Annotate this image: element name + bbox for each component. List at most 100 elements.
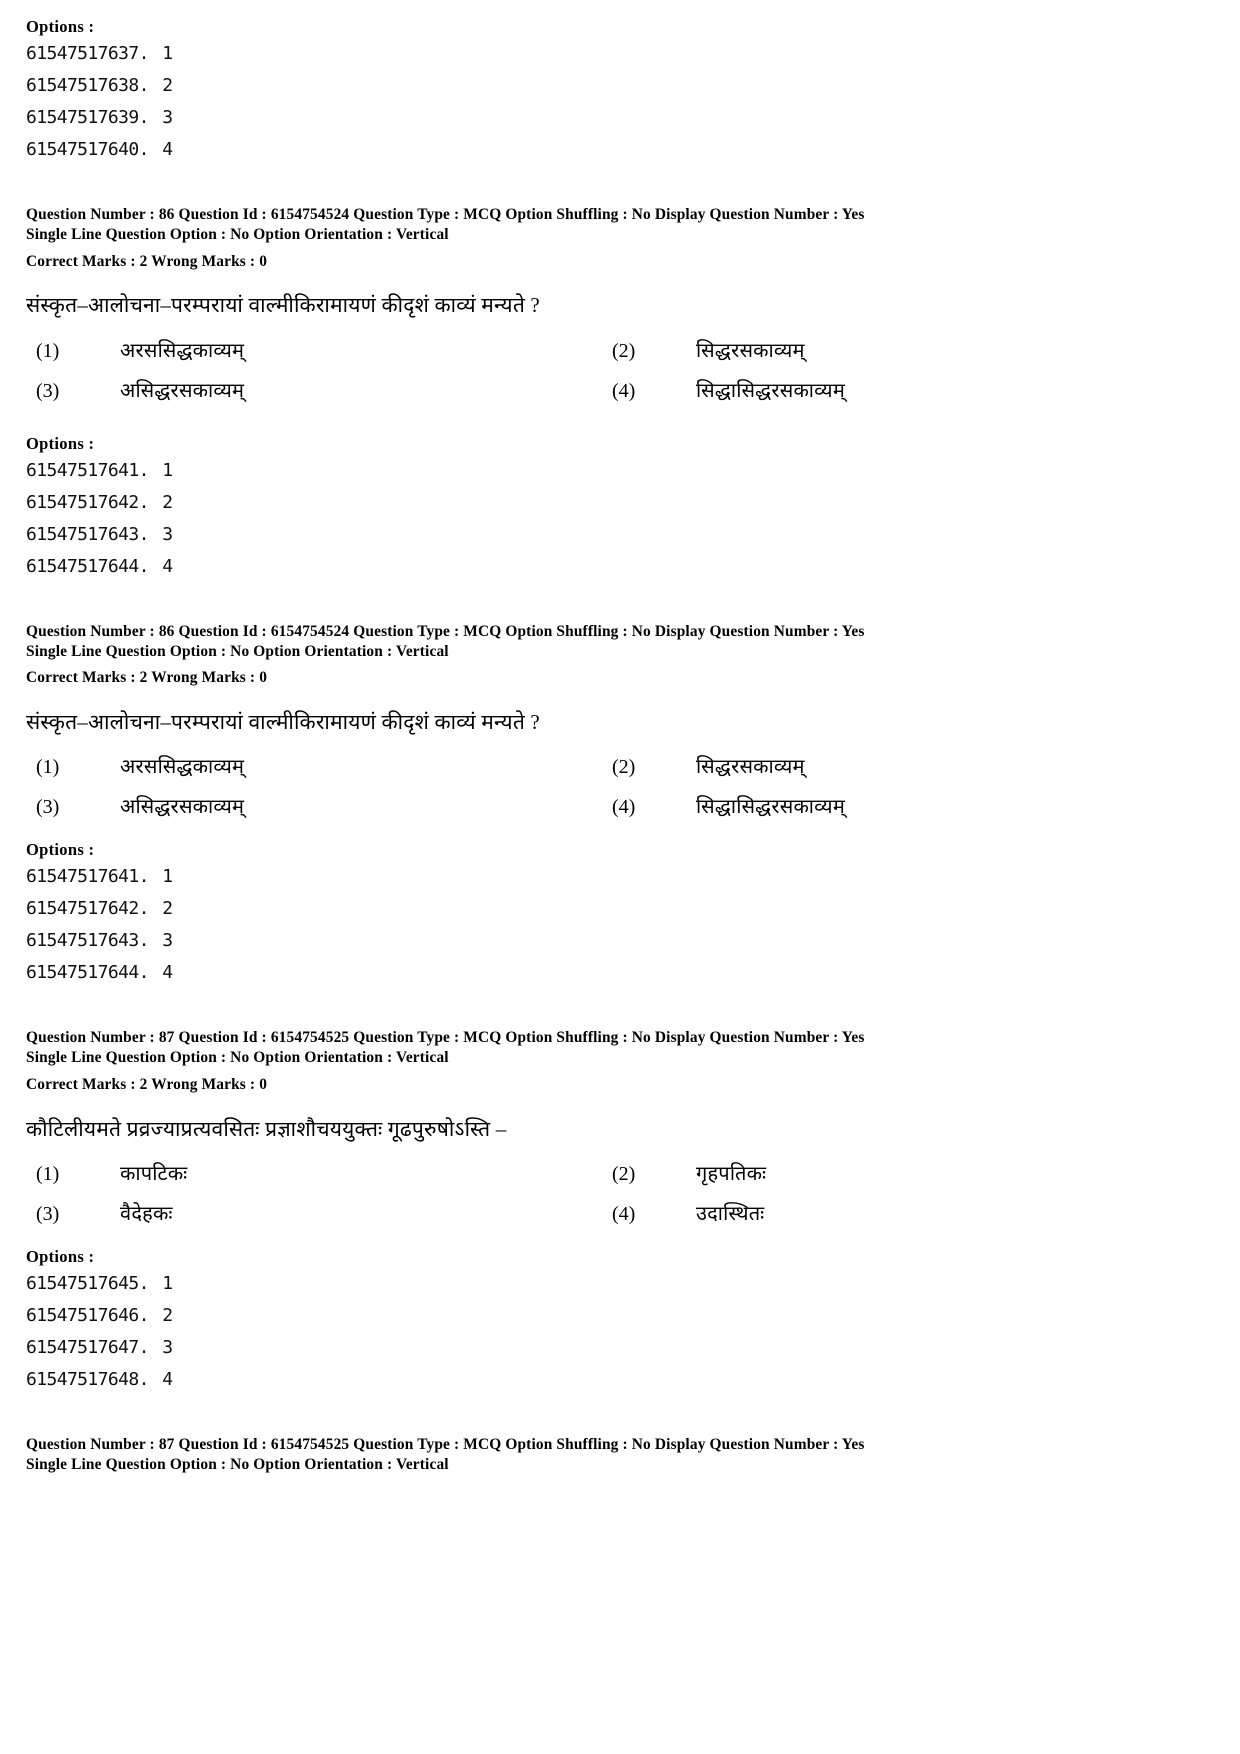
question-text: कौटिलीयमते प्रव्रज्याप्रत्यवसितः प्रज्ञा… <box>26 1116 507 1141</box>
question-metadata: Question Number : 86 Question Id : 61547… <box>26 205 1214 244</box>
option-index: 2 <box>162 898 173 920</box>
choice-option-2[interactable]: (2) गृहपतिकः <box>586 1161 1146 1188</box>
option-index: 3 <box>162 1337 173 1359</box>
option-id-row: 61547517646. 2 <box>26 1305 173 1327</box>
option-id-row: 61547517643. 3 <box>26 523 173 545</box>
option-index: 3 <box>162 107 173 129</box>
marks-line: Correct Marks : 2 Wrong Marks : 0 <box>26 1075 268 1093</box>
choice-marker: (2) <box>612 339 636 362</box>
choice-option-4[interactable]: (4) सिद्धासिद्धरसकाव्यम् <box>586 378 1146 405</box>
option-id-value: 61547517645 <box>26 1273 139 1295</box>
option-id-row: 61547517644. 4 <box>26 555 173 577</box>
option-id-row: 61547517644. 4 <box>26 962 173 984</box>
metadata-line-2: Single Line Question Option : No Option … <box>26 1455 449 1473</box>
option-index: 4 <box>162 962 173 984</box>
option-id-row: 61547517639. 3 <box>26 107 173 129</box>
option-id-row: 61547517640. 4 <box>26 139 173 161</box>
question-metadata: Question Number : 87 Question Id : 61547… <box>26 1028 1214 1067</box>
choice-text: सिद्धासिद्धरसकाव्यम् <box>696 379 845 402</box>
metadata-line-2: Single Line Question Option : No Option … <box>26 1049 449 1067</box>
choice-marker: (1) <box>36 756 60 779</box>
choice-text: सिद्धासिद्धरसकाव्यम् <box>696 796 845 819</box>
option-id-value: 61547517644 <box>26 962 139 984</box>
option-index: 4 <box>162 1369 173 1391</box>
question-metadata: Question Number : 86 Question Id : 61547… <box>26 622 1214 661</box>
option-id-row: 61547517642. 2 <box>26 898 173 920</box>
option-index: 1 <box>162 459 173 481</box>
choice-marker: (3) <box>36 796 60 819</box>
option-id-value: 61547517640 <box>26 139 139 161</box>
choice-option-2[interactable]: (2) सिद्धरसकाव्यम् <box>586 338 1146 365</box>
option-id-list: 61547517641. 1 61547517642. 2 6154751764… <box>26 868 1214 982</box>
choice-marker: (3) <box>36 379 60 402</box>
option-id-value: 61547517643 <box>26 930 139 952</box>
options-heading: Options : <box>26 433 95 453</box>
option-id-row: 61547517648. 4 <box>26 1369 173 1391</box>
marks-line: Correct Marks : 2 Wrong Marks : 0 <box>26 669 268 687</box>
option-id-row: 61547517641. 1 <box>26 459 173 481</box>
option-id-value: 61547517644 <box>26 555 139 577</box>
option-index: 2 <box>162 491 173 513</box>
option-id-row: 61547517641. 1 <box>26 866 173 888</box>
option-id-list: 61547517641. 1 61547517642. 2 6154751764… <box>26 459 1214 577</box>
choice-text: उदास्थितः <box>696 1202 765 1225</box>
choice-text: सिद्धरसकाव्यम् <box>696 756 805 779</box>
choice-option-1[interactable]: (1) अरससिद्धकाव्यम् <box>26 338 586 365</box>
option-id-list: 61547517645. 1 61547517646. 2 6154751764… <box>26 1275 1214 1389</box>
choice-option-1[interactable]: (1) कापटिकः <box>26 1161 586 1188</box>
option-index: 2 <box>162 1305 173 1327</box>
option-id-value: 61547517638 <box>26 75 139 97</box>
metadata-line-2: Single Line Question Option : No Option … <box>26 225 449 243</box>
option-id-value: 61547517642 <box>26 491 139 513</box>
choice-grid: (1) अरससिद्धकाव्यम् (2) सिद्धरसकाव्यम् (… <box>26 338 1214 405</box>
option-index: 1 <box>162 866 173 888</box>
question-block-86-second: Question Number : 86 Question Id : 61547… <box>26 622 1214 983</box>
question-metadata: Question Number : 87 Question Id : 61547… <box>26 1435 1214 1474</box>
choice-option-3[interactable]: (3) असिद्धरसकाव्यम् <box>26 794 586 821</box>
option-id-value: 61547517647 <box>26 1337 139 1359</box>
choice-option-4[interactable]: (4) उदास्थितः <box>586 1201 1146 1228</box>
option-index: 3 <box>162 523 173 545</box>
choice-option-4[interactable]: (4) सिद्धासिद्धरसकाव्यम् <box>586 794 1146 821</box>
question-block-87-repeat-metadata: Question Number : 87 Question Id : 61547… <box>26 1435 1214 1474</box>
option-index: 4 <box>162 555 173 577</box>
option-id-value: 61547517639 <box>26 107 139 129</box>
choice-row: (3) वैदेहकः (4) उदास्थितः <box>26 1201 1214 1228</box>
option-id-list: 61547517637. 1 61547517638. 2 6154751763… <box>26 45 1214 159</box>
choice-text: अरससिद्धकाव्यम् <box>120 339 245 362</box>
option-id-value: 61547517646 <box>26 1305 139 1327</box>
choice-text: असिद्धरसकाव्यम् <box>120 379 245 402</box>
choice-option-3[interactable]: (3) वैदेहकः <box>26 1201 586 1228</box>
question-text: संस्कृत–आलोचना–परम्परायां वाल्मीकिरामायण… <box>26 293 540 318</box>
choice-text: वैदेहकः <box>120 1202 173 1225</box>
choice-row: (1) कापटिकः (2) गृहपतिकः <box>26 1161 1214 1188</box>
metadata-line-1: Question Number : 87 Question Id : 61547… <box>26 1029 865 1047</box>
option-index: 2 <box>162 75 173 97</box>
choice-marker: (4) <box>612 796 636 819</box>
choice-option-3[interactable]: (3) असिद्धरसकाव्यम् <box>26 378 586 405</box>
choice-row: (1) अरससिद्धकाव्यम् (2) सिद्धरसकाव्यम् <box>26 338 1214 365</box>
options-heading: Options : <box>26 1246 95 1266</box>
option-id-row: 61547517642. 2 <box>26 491 173 513</box>
option-id-row: 61547517643. 3 <box>26 930 173 952</box>
choice-marker: (2) <box>612 756 636 779</box>
option-id-value: 61547517641 <box>26 866 139 888</box>
metadata-line-1: Question Number : 87 Question Id : 61547… <box>26 1436 865 1454</box>
option-id-row: 61547517647. 3 <box>26 1337 173 1359</box>
choice-option-1[interactable]: (1) अरससिद्धकाव्यम् <box>26 754 586 781</box>
option-index: 4 <box>162 139 173 161</box>
question-text: संस्कृत–आलोचना–परम्परायां वाल्मीकिरामायण… <box>26 709 540 734</box>
option-id-row: 61547517637. 1 <box>26 43 173 65</box>
choice-option-2[interactable]: (2) सिद्धरसकाव्यम् <box>586 754 1146 781</box>
metadata-line-1: Question Number : 86 Question Id : 61547… <box>26 622 865 640</box>
option-id-row: 61547517638. 2 <box>26 75 173 97</box>
options-heading: Options : <box>26 840 95 860</box>
metadata-line-2: Single Line Question Option : No Option … <box>26 642 449 660</box>
options-id-block-top: Options : 61547517637. 1 61547517638. 2 … <box>26 17 1214 159</box>
metadata-line-1: Question Number : 86 Question Id : 61547… <box>26 206 865 224</box>
choice-row: (3) असिद्धरसकाव्यम् (4) सिद्धासिद्धरसकाव… <box>26 794 1214 821</box>
option-index: 3 <box>162 930 173 952</box>
option-id-row: 61547517645. 1 <box>26 1273 173 1295</box>
choice-marker: (4) <box>612 1202 636 1225</box>
option-id-value: 61547517648 <box>26 1369 139 1391</box>
